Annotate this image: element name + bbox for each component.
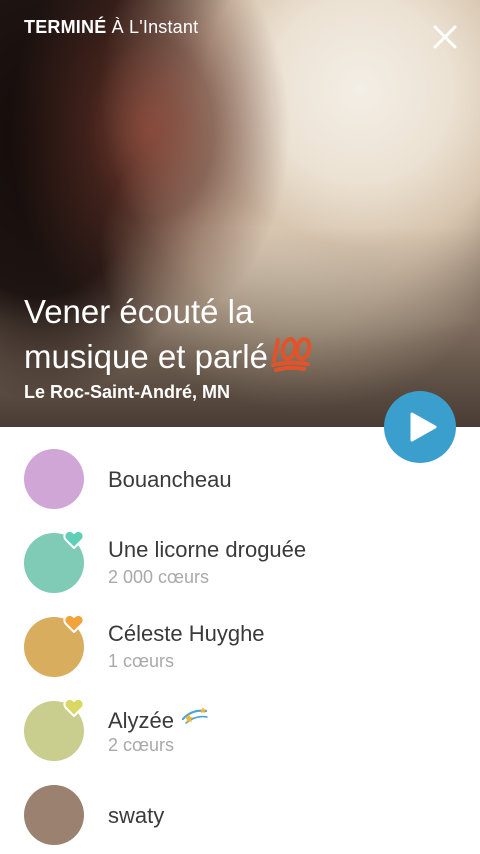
- broadcast-title: Vener écouté la musique et parlé: [24, 290, 444, 383]
- viewer-row[interactable]: Alyzée 2 cœurs: [0, 679, 480, 763]
- viewer-name: swaty: [108, 803, 165, 828]
- broadcast-location: Le Roc-Saint-André, MN: [24, 382, 231, 402]
- replay-button[interactable]: [384, 391, 456, 463]
- viewer-name: Alyzée: [108, 708, 175, 733]
- viewer-hearts-count: 2 cœurs: [108, 735, 175, 755]
- close-icon: [433, 25, 457, 49]
- viewer-row[interactable]: swaty: [0, 763, 480, 847]
- close-button[interactable]: [428, 20, 462, 54]
- viewer-hearts-count: 1 cœurs: [108, 651, 175, 671]
- status-ended-label: TERMINÉ: [24, 17, 107, 37]
- status-time-label: À L'Instant: [111, 17, 199, 37]
- avatar[interactable]: [24, 785, 84, 845]
- heart-icon: [63, 613, 85, 633]
- avatar[interactable]: [24, 449, 84, 509]
- viewer-name: Bouancheau: [108, 467, 232, 492]
- heart-icon: [63, 697, 85, 717]
- viewer-row[interactable]: Céleste Huyghe 1 cœurs: [0, 595, 480, 679]
- broadcast-title-line1: Vener écouté la: [24, 293, 254, 330]
- play-icon: [410, 412, 437, 442]
- viewer-row[interactable]: Une licorne droguée 2 000 cœurs: [0, 511, 480, 595]
- hundred-points-icon: [270, 334, 314, 383]
- broadcast-summary-screen: TERMINÉ À L'Instant Vener écouté la musi…: [0, 0, 480, 854]
- broadcast-title-line2: musique et parlé: [24, 338, 268, 375]
- viewer-list: Bouancheau Une licorne droguée 2 000 cœu…: [0, 427, 480, 854]
- viewer-name: Une licorne droguée: [108, 537, 307, 562]
- sparkles-icon: [180, 705, 210, 733]
- viewer-hearts-count: 2 000 cœurs: [108, 567, 210, 587]
- viewer-name: Céleste Huyghe: [108, 621, 265, 646]
- heart-icon: [63, 529, 85, 549]
- viewer-name-container: Alyzée: [108, 705, 210, 734]
- broadcast-preview[interactable]: TERMINÉ À L'Instant Vener écouté la musi…: [0, 0, 480, 427]
- broadcast-status: TERMINÉ À L'Instant: [24, 17, 198, 38]
